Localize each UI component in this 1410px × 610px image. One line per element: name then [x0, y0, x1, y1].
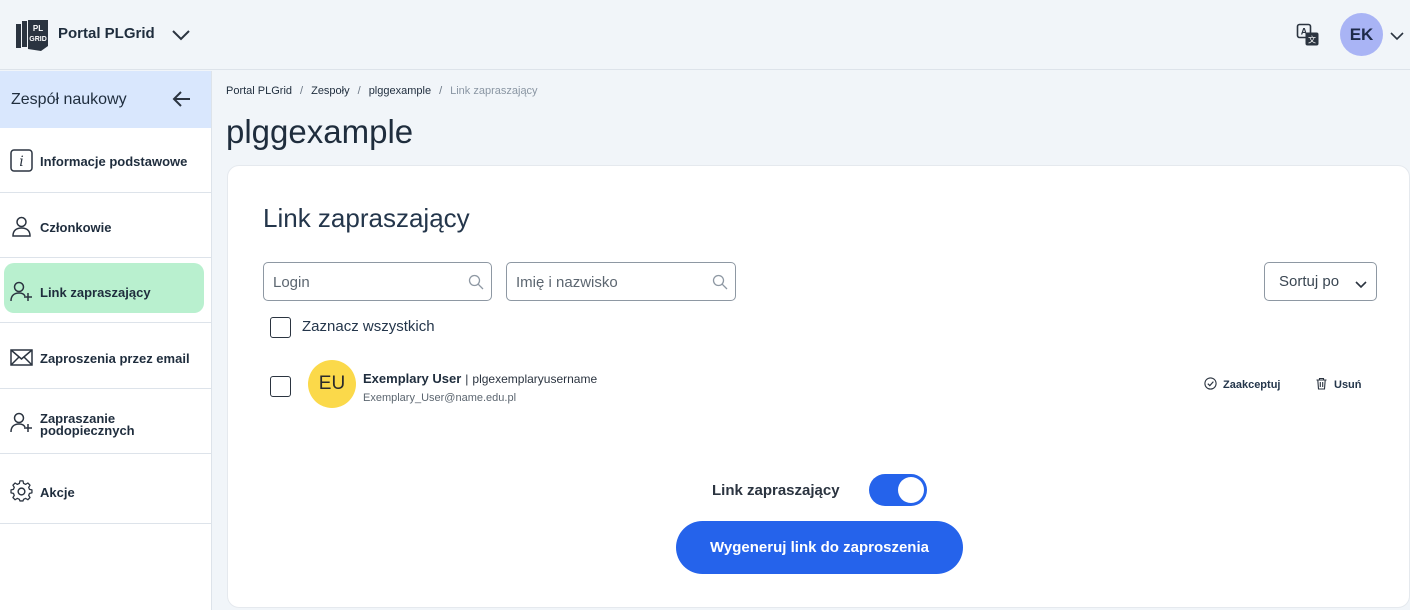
name-search-field — [506, 262, 736, 301]
invite-link-card: Link zapraszający Sortuj po Zaznacz wszy… — [227, 165, 1410, 608]
card-title: Link zapraszający — [263, 203, 470, 233]
user-avatar[interactable]: EK — [1340, 13, 1383, 56]
translate-icon[interactable]: A 文 — [1296, 23, 1320, 47]
user-identity: Exemplary User | plgexemplaryusername — [363, 371, 597, 386]
envelope-icon — [10, 346, 33, 369]
user-name: Exemplary User — [363, 371, 462, 386]
check-circle-icon — [1204, 377, 1217, 390]
chevron-down-icon[interactable] — [1389, 29, 1405, 41]
person-add-icon — [10, 280, 33, 303]
sidebar-item-label: Akcje — [40, 485, 75, 500]
select-all-checkbox[interactable] — [270, 317, 291, 338]
login-search-field — [263, 262, 492, 301]
breadcrumb-item[interactable]: Zespoły — [311, 85, 350, 97]
remove-label: Usuń — [1334, 379, 1362, 391]
arrow-left-icon[interactable] — [172, 90, 192, 108]
gear-icon — [10, 480, 33, 503]
user-checkbox[interactable] — [270, 376, 291, 397]
sidebar-title: Zespół naukowy — [11, 91, 127, 108]
chevron-down-icon[interactable] — [170, 25, 192, 45]
sidebar-item-label: Link zapraszający — [40, 285, 151, 300]
page-title: plggexample — [226, 113, 414, 150]
avatar: EU — [308, 360, 356, 408]
sidebar-item-label: Zaproszenia przez email — [40, 351, 190, 366]
sort-label: Sortuj po — [1279, 273, 1340, 290]
sidebar-item-label: Członkowie — [40, 220, 112, 235]
invite-link-toggle-label: Link zapraszający — [712, 482, 840, 499]
user-email: Exemplary_User@name.edu.pl — [363, 392, 517, 404]
svg-text:PL: PL — [33, 24, 43, 33]
toggle-knob — [898, 477, 924, 503]
remove-button[interactable]: Usuń — [1315, 377, 1362, 391]
user-username: plgexemplaryusername — [472, 372, 598, 386]
sidebar-item-czlonkowie[interactable]: Członkowie — [0, 193, 211, 258]
invite-link-toggle[interactable] — [869, 474, 927, 506]
sidebar-header: Zespół naukowy — [0, 71, 211, 128]
login-search-input[interactable] — [273, 272, 458, 292]
breadcrumb-current: Link zapraszający — [450, 85, 538, 97]
sidebar-item-label: Informacje podstawowe — [40, 154, 188, 169]
top-bar: PL GRID Portal PLGrid A 文 EK — [0, 0, 1410, 70]
sidebar-item-informacje-podstawowe[interactable]: i Informacje podstawowe — [0, 128, 211, 193]
name-search-input[interactable] — [516, 272, 701, 292]
breadcrumb-item[interactable]: plggexample — [369, 85, 431, 97]
sidebar-item-zaproszenia-email[interactable]: Zaproszenia przez email — [0, 324, 211, 389]
sidebar-item-akcje[interactable]: Akcje — [0, 459, 211, 524]
sidebar-item-zapraszanie-podopiecznych[interactable]: Zapraszanie podopiecznych — [0, 389, 211, 454]
search-icon[interactable] — [468, 274, 484, 290]
sidebar-item-link-zapraszajacy[interactable]: Link zapraszający — [0, 258, 211, 323]
svg-text:i: i — [19, 154, 23, 170]
svg-text:GRID: GRID — [29, 36, 47, 43]
app-title[interactable]: Portal PLGrid — [58, 25, 155, 42]
person-add-icon — [10, 411, 33, 434]
trash-icon — [1315, 377, 1328, 390]
svg-text:文: 文 — [1308, 35, 1316, 45]
generate-invite-link-button[interactable]: Wygeneruj link do zaproszenia — [676, 521, 963, 574]
sort-dropdown[interactable]: Sortuj po — [1264, 262, 1377, 301]
breadcrumb-item[interactable]: Portal PLGrid — [226, 85, 292, 97]
sidebar-item-label-line-2: podopiecznych — [40, 423, 135, 438]
accept-label: Zaakceptuj — [1223, 379, 1281, 391]
separator: | — [465, 372, 469, 386]
select-all-label: Zaznacz wszystkich — [302, 318, 435, 335]
breadcrumb: Portal PLGrid / Zespoły / plggexample / Link z… — [226, 85, 538, 97]
sidebar: Zespół naukowy i Informacje podstawowe C… — [0, 71, 212, 610]
chevron-down-icon — [1354, 277, 1368, 289]
accept-button[interactable]: Zaakceptuj — [1204, 377, 1280, 391]
plgrid-logo[interactable]: PL GRID — [15, 18, 49, 52]
person-icon — [10, 215, 33, 238]
search-icon[interactable] — [712, 274, 728, 290]
info-icon: i — [10, 149, 33, 172]
